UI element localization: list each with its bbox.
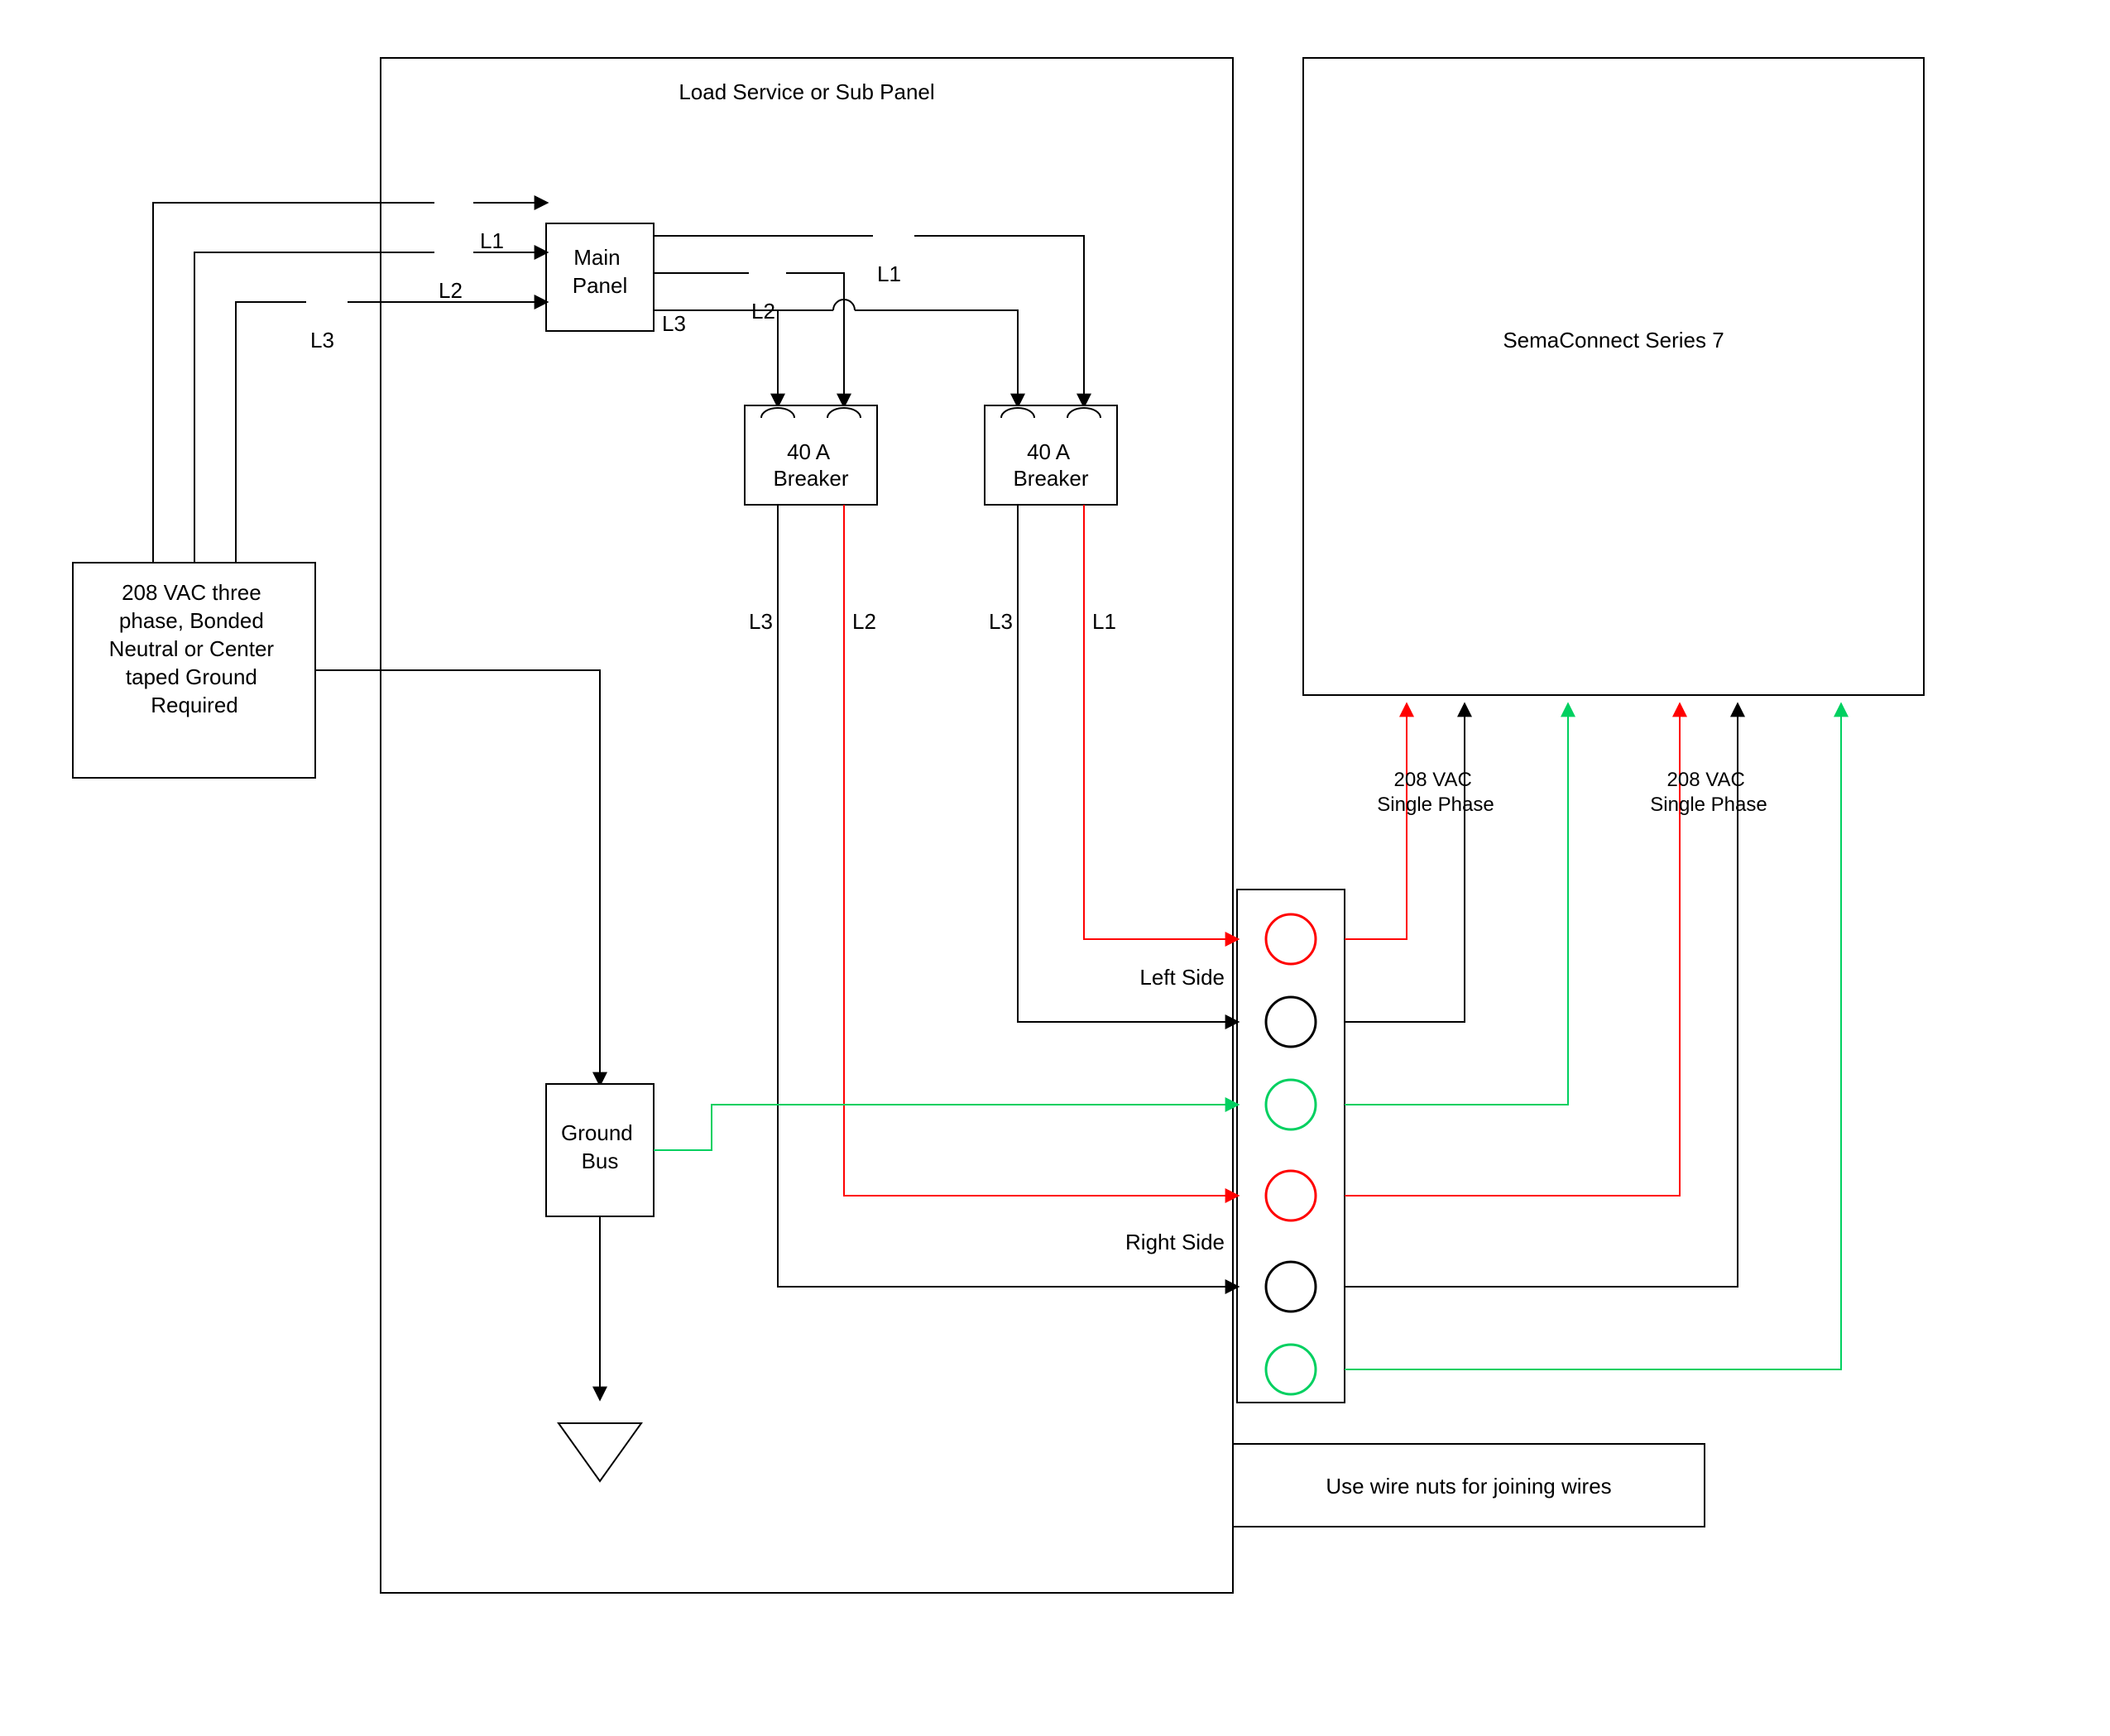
label-L1-out: L1	[877, 261, 901, 286]
charger-label: SemaConnect Series 7	[1503, 328, 1724, 352]
right-side-label: Right Side	[1125, 1230, 1225, 1254]
charger-box	[1303, 58, 1924, 695]
label-bl-L2: L2	[852, 609, 876, 634]
wire-nut1-charger	[1345, 705, 1407, 939]
sub-panel-box	[381, 58, 1233, 1593]
label-br-L1: L1	[1092, 609, 1116, 634]
wire-nut3-charger	[1345, 705, 1568, 1105]
label-L3-out: L3	[662, 311, 686, 336]
panel-title: Load Service or Sub Panel	[679, 79, 934, 104]
wire-nut5-charger	[1345, 705, 1738, 1287]
wiring-diagram: Load Service or Sub Panel 208 VAC three …	[0, 0, 2110, 1736]
phase-left: 208 VAC Single Phase	[1377, 769, 1494, 816]
phase-right: 208 VAC Single Phase	[1650, 769, 1767, 816]
label-bl-L3: L3	[749, 609, 773, 634]
label-L1-in: L1	[480, 228, 504, 253]
left-side-label: Left Side	[1139, 965, 1225, 990]
label-L3-in: L3	[310, 328, 334, 352]
label-br-L3: L3	[989, 609, 1013, 634]
label-L2-in: L2	[439, 278, 463, 303]
wire-nut2-charger	[1345, 705, 1465, 1022]
note-text: Use wire nuts for joining wires	[1326, 1474, 1611, 1499]
junction-box	[1237, 890, 1345, 1403]
